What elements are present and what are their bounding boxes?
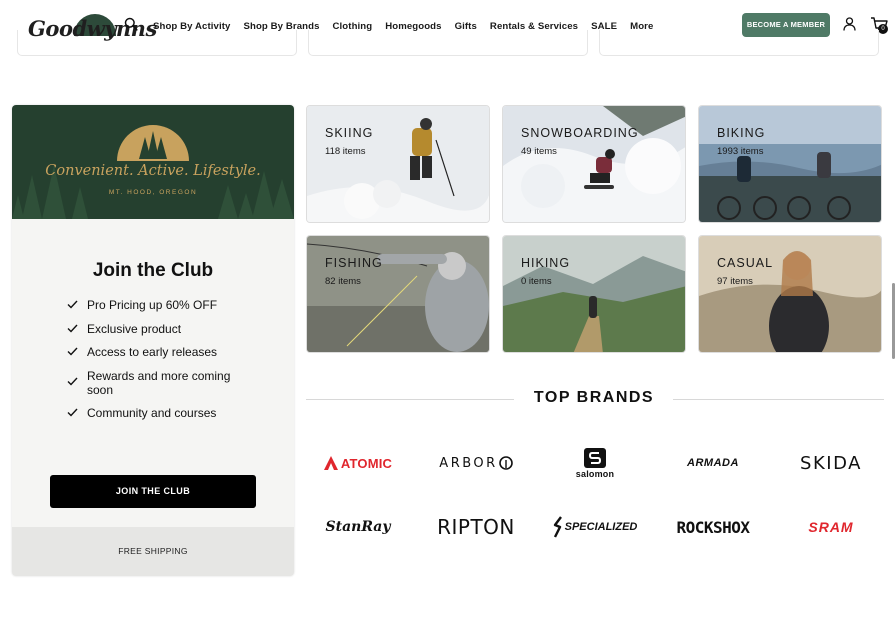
divider [673, 399, 884, 400]
check-icon [67, 324, 78, 333]
perk-item: Community and courses [67, 406, 257, 420]
divider [306, 399, 514, 400]
brand-arbor[interactable]: ARBOR [421, 445, 531, 481]
scrollbar-thumb[interactable] [892, 283, 895, 359]
tile-count: 118 items [325, 146, 366, 157]
brand-salomon[interactable]: salomon [540, 445, 650, 481]
tile-count: 0 items [521, 276, 552, 287]
check-icon [67, 377, 78, 386]
perk-text: Access to early releases [87, 345, 218, 359]
activity-tile-biking[interactable]: BIKING 1993 items [698, 105, 882, 223]
activity-tile-hiking[interactable]: HIKING 0 items [502, 235, 686, 353]
check-icon [67, 408, 78, 417]
brand-label: salomon [575, 468, 615, 479]
brand-label: ARMADA [687, 457, 739, 469]
activity-tile-fishing[interactable]: FISHING 82 items [306, 235, 490, 353]
skiing-image [307, 106, 489, 222]
specialized-logo-icon [553, 516, 562, 538]
hiking-image [503, 236, 685, 352]
tile-title: BIKING [717, 126, 766, 140]
club-banner: Convenient. Active. Lifestyle. MT. HOOD,… [12, 105, 294, 219]
brand-specialized[interactable]: SPECIALIZED [540, 509, 650, 545]
check-icon [67, 347, 78, 356]
perk-text: Pro Pricing up 60% OFF [87, 298, 218, 312]
previous-section-card [308, 30, 588, 56]
tile-title: HIKING [521, 256, 571, 270]
join-club-panel: Convenient. Active. Lifestyle. MT. HOOD,… [12, 105, 294, 576]
brand-label: StanRay [325, 519, 391, 535]
salomon-logo-icon [584, 447, 606, 468]
brand-atomic[interactable]: ATOMIC [303, 445, 413, 481]
top-brands-title: TOP BRANDS [533, 389, 655, 406]
perk-item: Access to early releases [67, 345, 257, 359]
tile-title: SNOWBOARDING [521, 126, 639, 140]
brand-label: RIPTON [437, 515, 515, 539]
brand-sram[interactable]: SRAM [776, 509, 886, 545]
brand-armada[interactable]: ARMADA [658, 445, 768, 481]
tile-count: 82 items [325, 276, 361, 287]
pine-tree-sun-icon [117, 125, 189, 161]
perk-item: Rewards and more coming soon [67, 369, 257, 397]
snowboarding-image [503, 106, 685, 222]
club-tagline: Convenient. Active. Lifestyle. [45, 163, 261, 179]
brand-ripton[interactable]: RIPTON [421, 509, 531, 545]
perk-text: Community and courses [87, 406, 217, 420]
fishing-image [307, 236, 489, 352]
casual-image [699, 236, 881, 352]
club-location: MT. HOOD, OREGON [108, 189, 198, 196]
tile-title: CASUAL [717, 256, 774, 270]
brand-stanray[interactable]: StanRay [303, 509, 413, 545]
tile-count: 49 items [521, 146, 557, 157]
search-icon[interactable] [124, 17, 138, 31]
brand-label: ATOMIC [340, 455, 393, 471]
tile-title: SKIING [325, 126, 374, 140]
activity-tile-skiing[interactable]: SKIING 118 items [306, 105, 490, 223]
brand-label: SKIDA [800, 452, 862, 474]
arbor-logo-icon [498, 456, 513, 470]
cart-count-badge: 0 [878, 24, 888, 34]
tile-title: FISHING [325, 256, 383, 270]
check-icon [67, 300, 78, 309]
user-icon[interactable] [843, 17, 856, 31]
club-title: Join the Club [92, 260, 214, 281]
tile-count: 97 items [717, 276, 753, 287]
club-perks-list: Pro Pricing up 60% OFF Exclusive product… [67, 298, 257, 430]
perk-text: Rewards and more coming soon [87, 368, 231, 397]
activity-tile-casual[interactable]: CASUAL 97 items [698, 235, 882, 353]
previous-section-card [599, 30, 879, 56]
brand-rockshox[interactable]: ROCKSHOX [658, 509, 768, 545]
brand-label: ROCKSHOX [676, 517, 750, 537]
brand-label: SRAM [808, 519, 854, 535]
perk-text: Exclusive product [87, 321, 182, 336]
brand-label: SPECIALIZED [564, 521, 638, 533]
perk-item: Exclusive product [67, 322, 257, 336]
tile-count: 1993 items [717, 146, 764, 157]
biking-image [699, 106, 881, 222]
brand-skida[interactable]: SKIDA [776, 445, 886, 481]
perk-item: Pro Pricing up 60% OFF [67, 298, 257, 312]
atomic-logo-icon [323, 456, 338, 470]
free-shipping-banner: FREE SHIPPING [12, 527, 294, 576]
activity-tile-snowboarding[interactable]: SNOWBOARDING 49 items [502, 105, 686, 223]
previous-section-card [17, 30, 297, 56]
join-club-button[interactable]: JOIN THE CLUB [50, 475, 256, 508]
brand-label: ARBOR [439, 455, 498, 471]
